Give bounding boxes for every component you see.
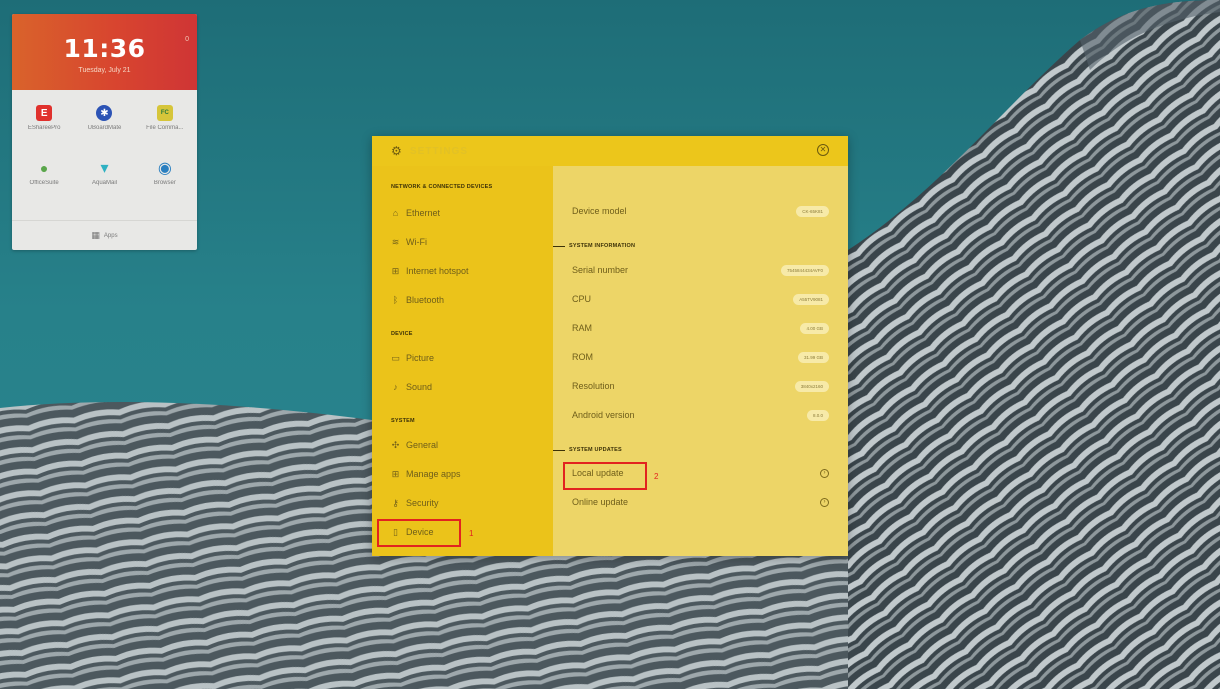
rom-value: 31.99 GB xyxy=(797,351,829,363)
section-title: SYSTEM INFORMATION xyxy=(569,243,636,249)
close-icon[interactable]: ✕ xyxy=(817,144,829,156)
rom-row: ROM 31.99 GB xyxy=(572,348,829,366)
settings-nav: NETWORK & CONNECTED DEVICES ⌂ Ethernet ≋… xyxy=(372,166,553,556)
serial-number-row: Serial number 7545844434AVF0 xyxy=(572,261,829,279)
nav-item-picture[interactable]: ▭ Picture xyxy=(391,349,434,367)
apps-label: Apps xyxy=(103,232,118,239)
android-version-value: 8.0.0 xyxy=(806,409,829,421)
annotation-number-1: 1 xyxy=(469,529,474,538)
nav-item-label: Wi-Fi xyxy=(406,237,427,247)
serial-number-value: 7545844434AVF0 xyxy=(781,264,829,276)
officesuite-icon: ● xyxy=(39,160,49,176)
section-system-updates: SYSTEM UPDATES xyxy=(553,445,622,455)
online-update-label: Online update xyxy=(572,497,629,507)
notification-count: 0 xyxy=(185,36,189,43)
clock-date: Tuesday, July 21 xyxy=(78,67,131,74)
app-label: EShareePro xyxy=(27,125,61,131)
cpu-row: CPU A55TV9081 xyxy=(572,290,829,308)
nav-item-label: Picture xyxy=(406,353,435,363)
app-label: AquaMail xyxy=(91,180,117,186)
general-icon: ✣ xyxy=(391,439,400,450)
nav-item-hotspot[interactable]: ⊞ Internet hotspot xyxy=(391,262,469,280)
nav-item-label: Bluetooth xyxy=(406,295,445,305)
nav-item-label: General xyxy=(406,440,439,450)
app-shortcut-eshare[interactable]: E EShareePro xyxy=(14,98,74,142)
device-model-label: Device model xyxy=(572,206,627,216)
cpu-value: A55TV9081 xyxy=(793,293,829,305)
nav-item-sound[interactable]: ♪ Sound xyxy=(391,378,432,396)
nav-item-ethernet[interactable]: ⌂ Ethernet xyxy=(391,204,440,222)
nav-item-wifi[interactable]: ≋ Wi-Fi xyxy=(391,233,427,251)
nav-item-general[interactable]: ✣ General xyxy=(391,436,438,454)
nav-item-label: Internet hotspot xyxy=(406,266,469,276)
annotation-box-local-update xyxy=(563,462,647,490)
section-divider xyxy=(553,245,565,247)
cpu-label: CPU xyxy=(572,294,592,304)
rom-label: ROM xyxy=(572,352,593,362)
nav-item-label: Manage apps xyxy=(406,469,461,479)
annotation-box-device xyxy=(377,519,461,547)
browser-icon: ◉ xyxy=(157,160,172,177)
section-system-information: SYSTEM INFORMATION xyxy=(553,241,635,251)
monitor-icon: ▭ xyxy=(391,352,400,363)
android-version-row: Android version 8.0.0 xyxy=(572,406,829,424)
annotation-number-2: 2 xyxy=(654,472,659,481)
ram-row: RAM 4.00 GB xyxy=(572,319,829,337)
device-model-value: CK-65K81 xyxy=(796,205,829,217)
settings-dialog: ⚙ SETTINGS ✕ NETWORK & CONNECTED DEVICES… xyxy=(372,136,848,556)
section-title: SYSTEM UPDATES xyxy=(569,447,622,453)
app-shortcut-aquamail[interactable]: ▾ AquaMail xyxy=(74,153,134,197)
android-version-label: Android version xyxy=(572,410,635,420)
key-icon: ⚷ xyxy=(392,497,399,508)
nav-item-label: Ethernet xyxy=(406,208,441,218)
nav-item-security[interactable]: ⚷ Security xyxy=(391,494,439,512)
eshare-icon: E xyxy=(36,105,53,121)
music-note-icon: ♪ xyxy=(393,382,398,392)
app-label: Browser xyxy=(153,180,176,186)
hotspot-icon: ⊞ xyxy=(391,265,400,276)
nav-item-label: Security xyxy=(406,498,439,508)
nav-item-manage-apps[interactable]: ⊞ Manage apps xyxy=(391,465,461,483)
app-shortcut-uboardmate[interactable]: ✱ UBoardMate xyxy=(74,98,134,142)
dialog-title: SETTINGS xyxy=(410,146,469,157)
arrow-right-icon: › xyxy=(820,497,829,507)
launcher-widget: 11:36 Tuesday, July 21 0 E EShareePro ✱ … xyxy=(12,14,197,250)
resolution-value: 3840x2160 xyxy=(794,380,829,392)
dialog-header: ⚙ SETTINGS ✕ xyxy=(372,136,848,166)
nav-item-bluetooth[interactable]: ᛒ Bluetooth xyxy=(391,291,444,309)
aquamail-icon: ▾ xyxy=(100,160,109,177)
device-model-row: Device model CK-65K81 xyxy=(572,202,829,220)
app-shortcut-browser[interactable]: ◉ Browser xyxy=(135,153,195,197)
app-label: UBoardMate xyxy=(87,125,122,131)
app-label: File Comma... xyxy=(146,125,184,131)
ram-value: 4.00 GB xyxy=(800,322,829,334)
clock-header: 11:36 Tuesday, July 21 0 xyxy=(12,14,197,90)
section-divider xyxy=(553,449,565,451)
app-shortcut-grid: E EShareePro ✱ UBoardMate FC File Comma.… xyxy=(12,90,197,197)
online-update-row[interactable]: Online update › xyxy=(572,493,829,511)
nav-section-system: SYSTEM xyxy=(391,418,415,424)
app-shortcut-file-commander[interactable]: FC File Comma... xyxy=(135,98,195,142)
resolution-row: Resolution 3840x2160 xyxy=(572,377,829,395)
app-grid-icon: ▦ xyxy=(91,230,100,240)
nav-section-device: DEVICE xyxy=(391,331,413,337)
apps-drawer-button[interactable]: ▦ Apps xyxy=(12,220,197,250)
serial-number-label: Serial number xyxy=(572,265,629,275)
app-label: OfficeSuite xyxy=(29,180,59,186)
settings-gear-icon: ⚙ xyxy=(391,144,402,158)
app-shortcut-officesuite[interactable]: ● OfficeSuite xyxy=(14,153,74,197)
ram-label: RAM xyxy=(572,323,592,333)
apps-grid-icon: ⊞ xyxy=(391,468,400,479)
bluetooth-icon: ᛒ xyxy=(392,295,399,305)
wifi-icon: ≋ xyxy=(391,236,400,247)
nav-section-network: NETWORK & CONNECTED DEVICES xyxy=(391,184,493,190)
resolution-label: Resolution xyxy=(572,381,615,391)
uboardmate-icon: ✱ xyxy=(96,105,113,121)
arrow-right-icon: › xyxy=(820,468,829,478)
nav-item-label: Sound xyxy=(406,382,433,392)
file-commander-icon: FC xyxy=(156,105,173,121)
clock-time: 11:36 xyxy=(63,34,146,63)
device-info-panel: Device model CK-65K81 SYSTEM INFORMATION… xyxy=(553,166,848,556)
ethernet-icon: ⌂ xyxy=(392,208,399,218)
